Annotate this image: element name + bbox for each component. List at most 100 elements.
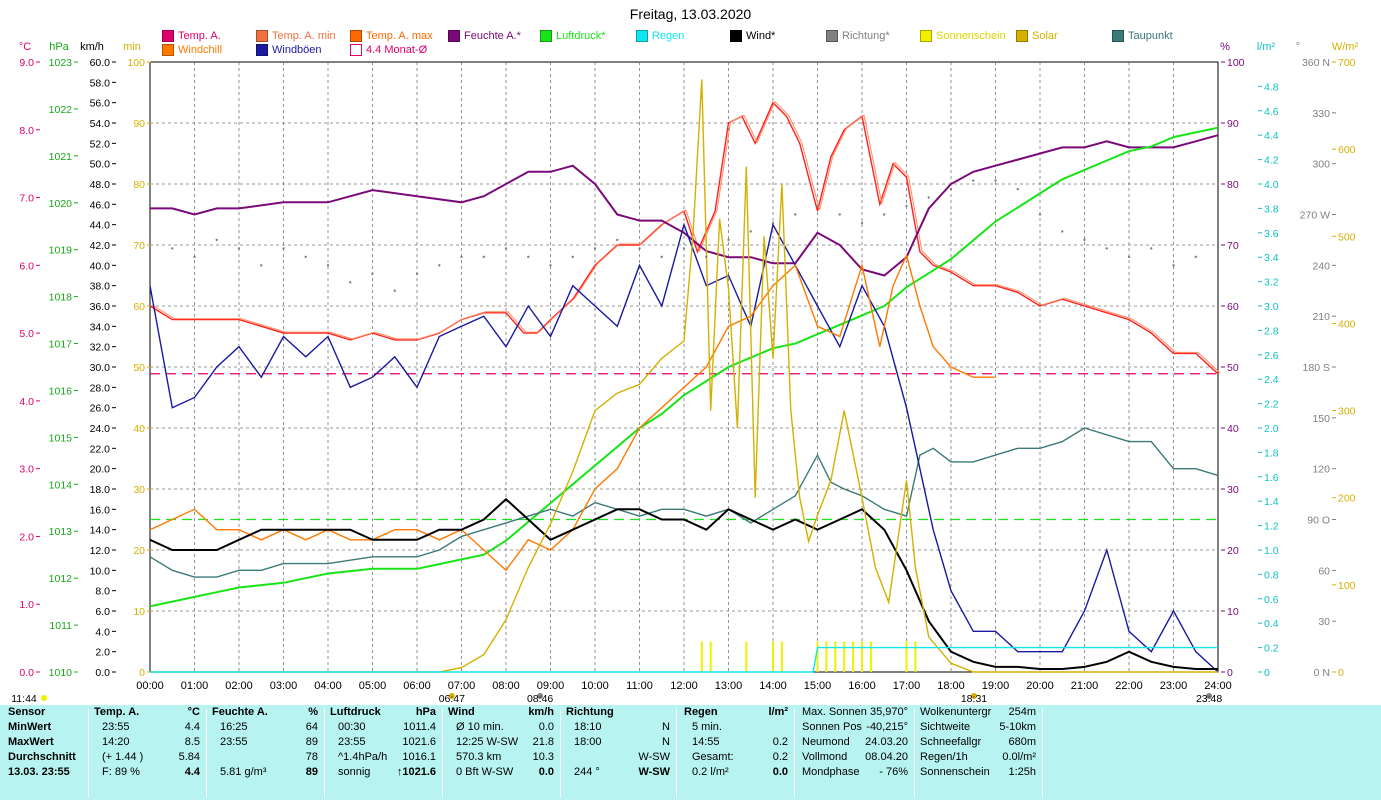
legend-label: Luftdruck*: [556, 30, 606, 42]
stats-cell-value: 1021.6: [402, 736, 436, 748]
rain-axis-tick-label: 2.2: [1264, 399, 1279, 411]
wind-axis-tick-label: 40.0: [90, 260, 111, 272]
legend-label: Solar: [1032, 30, 1058, 42]
rain-axis-tick-label: 2.8: [1264, 325, 1279, 337]
legend-swatch: [920, 30, 932, 42]
sunmin-axis-tick-label: 0: [139, 667, 145, 679]
stats-wind: Wind km/h Ø 10 min. 0.0 12:25 W-SW 21.8 570.3 …: [448, 705, 558, 800]
stats-divider: [914, 709, 915, 797]
direction-axis-tick-label: 120: [1312, 464, 1330, 476]
rain-axis-tick-label: 0.2: [1264, 643, 1279, 655]
direction-point: [260, 264, 263, 267]
x-tick-label: 18:00: [937, 680, 965, 692]
solar-axis-tick-label: 400: [1338, 318, 1356, 330]
stats-cell-label: Gesamt:: [692, 751, 734, 763]
legend-swatch: [1112, 30, 1124, 42]
weather-chart: 00:00 01:00 02:00 03:00 04:00 05:00 06:00 07:00…: [11, 41, 1359, 705]
sunmin-axis-tick-label: 60: [133, 301, 145, 313]
x-tick-label: 15:00: [804, 680, 832, 692]
rain-axis-tick-label: 3.0: [1264, 301, 1279, 313]
legend-label: Windchill: [178, 44, 223, 56]
stats-humidity-row: 23:55 89: [212, 735, 322, 750]
legend-item: Taupunkt: [1112, 30, 1173, 42]
stats-cell-label: Sonnen Pos: [802, 721, 862, 733]
wind-axis-tick-label: 16.0: [90, 504, 111, 516]
stats-misc-row: Schneefallgr 680m: [920, 735, 1040, 750]
stats-misc-row: Sichtweite 5-10km: [920, 720, 1040, 735]
direction-point: [148, 230, 152, 233]
legend-swatch: [1016, 30, 1028, 42]
direction-point: [237, 247, 241, 250]
stats-cell-value: 0.0: [772, 766, 788, 778]
stats-header-unit: °C: [187, 706, 200, 718]
stats-misc-row: Wolkenuntergr 254m: [920, 705, 1040, 720]
humidity-axis-tick-label: 50: [1227, 362, 1239, 374]
stats-cell-label: 16:25: [220, 721, 248, 733]
stats-cell-value: 89: [305, 736, 318, 748]
pressure-axis-tick-label: 1016: [49, 385, 73, 397]
x-tick-label: 16:00: [848, 680, 876, 692]
stats-cell-value: 35,970°: [869, 706, 908, 718]
legend-label: Temp. A. max: [366, 30, 433, 42]
pressure-axis-tick-label: 1013: [49, 526, 73, 538]
direction-axis-tick-label: 300: [1312, 159, 1330, 171]
stats-sensor-row: MaxWert: [8, 736, 54, 748]
direction-point: [393, 289, 396, 292]
wind-axis-tick-label: 18.0: [90, 484, 111, 496]
stats-rain: Regen l/m² 5 min. 14:55 0.2 Gesamt: 0.2 0.2 l/m…: [684, 705, 792, 800]
humidity-axis-tick-label: 30: [1227, 484, 1239, 496]
legend-item: 4.4 Monat-Ø: [350, 44, 427, 56]
stats-cell-value: 8.5: [184, 736, 200, 748]
stats-temp: Temp. A. °C 23:55 4.4 14:20 8.5 (+ 1.44 ) 5.84 F…: [94, 705, 204, 800]
temp-axis-tick-label: 3.0: [19, 464, 34, 476]
stats-pressure-row: sonnig ↑1021.6: [330, 765, 440, 780]
stats-astro-row: Sonnen Pos -40,215°: [802, 720, 912, 735]
stats-misc-row: Sonnenschein 1:25h: [920, 765, 1040, 780]
rain-axis-tick-label: 0.6: [1264, 594, 1279, 606]
sunset-time-label: 18:31: [961, 693, 987, 705]
temp-axis-tick-label: 1.0: [19, 599, 34, 611]
stats-cell-label: 23:55: [220, 736, 248, 748]
pressure-axis-tick-label: 1019: [49, 245, 73, 257]
stats-rain-row: 5 min.: [684, 720, 792, 735]
x-tick-label: 03:00: [270, 680, 298, 692]
axis-unit-label: °C: [19, 41, 31, 53]
rain-axis-tick-label: 3.2: [1264, 277, 1279, 289]
wind-axis-tick-label: 42.0: [90, 240, 111, 252]
rain-axis-tick-label: 2.0: [1264, 423, 1279, 435]
sunmin-axis-tick-label: 70: [133, 240, 145, 252]
stats-temp-row: 14:20 8.5: [94, 735, 204, 750]
temp-axis-tick-label: 2.0: [19, 531, 34, 543]
stats-header-unit: l/m²: [768, 706, 788, 718]
axis-unit-label: W/m²: [1332, 41, 1359, 53]
axis-unit-label: hPa: [49, 41, 69, 53]
pressure-axis-tick-label: 1012: [49, 573, 73, 585]
legend-label: Regen: [652, 30, 685, 42]
stats-cell-label: 18:00: [574, 736, 602, 748]
rain-axis-tick-label: 4.2: [1264, 155, 1279, 167]
sunrise-time-label: 06:47: [439, 693, 465, 705]
stats-direction-row: W-SW: [566, 750, 674, 765]
legend-swatch: [636, 30, 648, 42]
direction-point: [727, 238, 730, 242]
x-tick-label: 22:00: [1115, 680, 1143, 692]
chart-title: Freitag, 13.03.2020: [629, 6, 752, 22]
x-tick-label: 02:00: [225, 680, 253, 692]
stats-header-label: Luftdruck: [330, 706, 381, 718]
pressure-axis-tick-label: 1020: [49, 198, 73, 210]
stats-cell-value: 24.03.20: [865, 736, 908, 748]
stats-cell-value: 21.8: [532, 736, 554, 748]
stats-pressure-row: 23:55 1021.6: [330, 735, 440, 750]
legend-item: Temp. A. max: [350, 30, 433, 42]
legend-swatch: [540, 30, 552, 42]
legend-label: Windböen: [272, 44, 322, 56]
pressure-axis-tick-label: 1022: [49, 104, 73, 116]
direction-point: [638, 247, 641, 250]
wind-axis-tick-label: 12.0: [90, 545, 111, 557]
direction-point: [682, 247, 686, 250]
pressure-axis-tick-label: 1011: [49, 620, 72, 632]
direction-point: [371, 272, 374, 276]
temp-axis-tick-label: 8.0: [19, 125, 34, 137]
direction-point: [616, 238, 619, 242]
wind-axis-tick-label: 60.0: [90, 57, 111, 69]
